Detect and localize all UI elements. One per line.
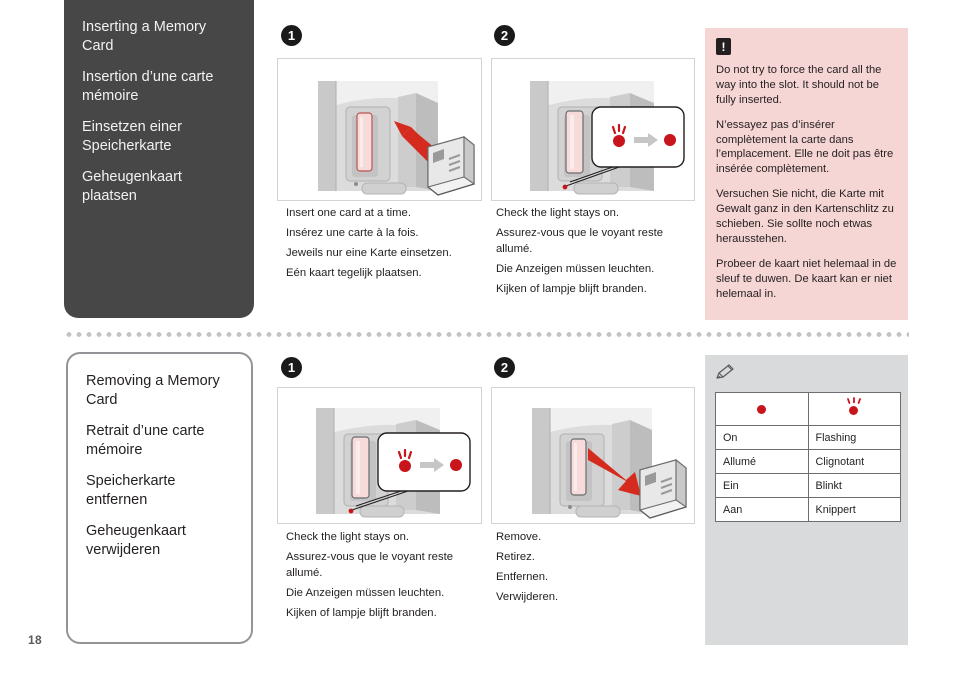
heading-line-en: Inserting a Memory Card [82,19,207,54]
heading-line-fr: Retrait d’une carte mémoire [86,423,205,458]
caption-check-light-top: Check the light stays on. Assurez-vous q… [496,205,696,297]
caption-line-en: Check the light stays on. [496,207,620,219]
heading-line-de: Speicherkarte entfernen [86,473,176,508]
page-number: 18 [28,633,42,647]
table-row: Ein Blinkt [715,473,901,498]
led-flashing-label-de: Blinkt [807,473,901,498]
led-on-icon [715,392,809,426]
warning-text-nl: Probeer de kaart niet helemaal in de sle… [716,257,897,300]
caption-line-fr: Insérez une carte à la fois. [286,227,419,240]
warning-text-fr: N’essayez pas d’insérer complètement la … [716,118,894,176]
step-badge-2-remove: 2 [494,357,515,378]
caption-insert-card: Insert one card at a time. Insérez une c… [286,205,486,281]
led-flashing-icon [807,392,901,426]
caption-line-en: Insert one card at a time. [286,207,411,219]
led-flashing-label-nl: Knippert [807,497,901,522]
section-heading-box-removing: Removing a Memory Card Retrait d’une car… [66,352,253,644]
section-divider [64,332,909,337]
illustration-memory-card-remove [491,387,695,524]
step-badge-2-check-light: 2 [494,25,515,46]
caption-line-nl: Kijken of lampje blijft branden. [286,607,437,620]
illustration-light-check-bottom [277,387,482,524]
step-badge-1-insert: 1 [281,25,302,46]
section-heading-box-inserting: Inserting a Memory Card Insertion d’une … [64,0,254,318]
caption-line-de: Jeweils nur eine Karte einsetzen. [286,247,452,260]
caption-line-nl: Eén kaart tegelijk plaatsen. [286,267,422,280]
caption-line-de: Die Anzeigen müssen leuchten. [286,587,445,600]
heading-line-fr: Insertion d’une carte mémoire [82,69,214,104]
exclamation-icon: ! [716,38,731,55]
caption-check-light-bottom: Check the light stays on. Assurez-vous q… [286,529,491,621]
led-status-table: On Flashing Allumé Clignotant Ein Blinkt… [715,392,901,522]
led-flashing-label-fr: Clignotant [807,449,901,474]
heading-line-de: Einsetzen einer Speicherkarte [82,119,182,154]
led-on-label-en: On [715,425,809,450]
heading-line-nl: Geheugenkaart plaatsen [82,169,182,204]
sd-card [639,458,687,519]
table-row: Aan Knippert [715,497,901,522]
caption-line-en: Check the light stays on. [286,531,410,543]
led-on-label-fr: Allumé [715,449,809,474]
table-row: On Flashing [715,425,901,450]
led-callout [591,106,685,168]
table-row-symbols [715,392,901,426]
caption-line-en: Remove. [496,531,542,543]
sd-card [427,135,475,196]
illustration-light-check-top [491,58,695,201]
warning-text-de: Versuchen Sie nicht, die Karte mit Gewal… [716,188,894,245]
table-row: Allumé Clignotant [715,449,901,474]
led-on-label-de: Ein [715,473,809,498]
warning-panel: ! Do not try to force the card all the w… [705,28,908,320]
caption-line-fr: Assurez-vous que le voyant reste allumé. [286,551,454,580]
caption-line-de: Die Anzeigen müssen leuchten. [496,263,655,276]
led-flashing-label-en: Flashing [807,425,901,450]
heading-line-en: Removing a Memory Card [86,373,220,408]
caption-line-fr: Assurez-vous que le voyant reste allumé. [496,227,664,256]
caption-line-fr: Retirez. [496,551,535,564]
manual-page: 18 Inserting a Memory Card Insertion d’u… [0,0,954,673]
caption-line-nl: Verwijderen. [496,591,559,604]
pencil-icon [715,364,898,385]
illustration-memory-card-insert [277,58,482,201]
caption-remove-card: Remove. Retirez. Entfernen. Verwijderen. [496,529,691,605]
led-on-label-nl: Aan [715,497,809,522]
led-callout [377,432,471,492]
warning-text-en: Do not try to force the card all the way… [716,64,882,106]
caption-line-de: Entfernen. [496,571,549,584]
step-badge-1-check-light: 1 [281,357,302,378]
note-panel: On Flashing Allumé Clignotant Ein Blinkt… [705,355,908,645]
heading-line-nl: Geheugenkaart verwijderen [86,523,186,558]
caption-line-nl: Kijken of lampje blijft branden. [496,283,647,296]
